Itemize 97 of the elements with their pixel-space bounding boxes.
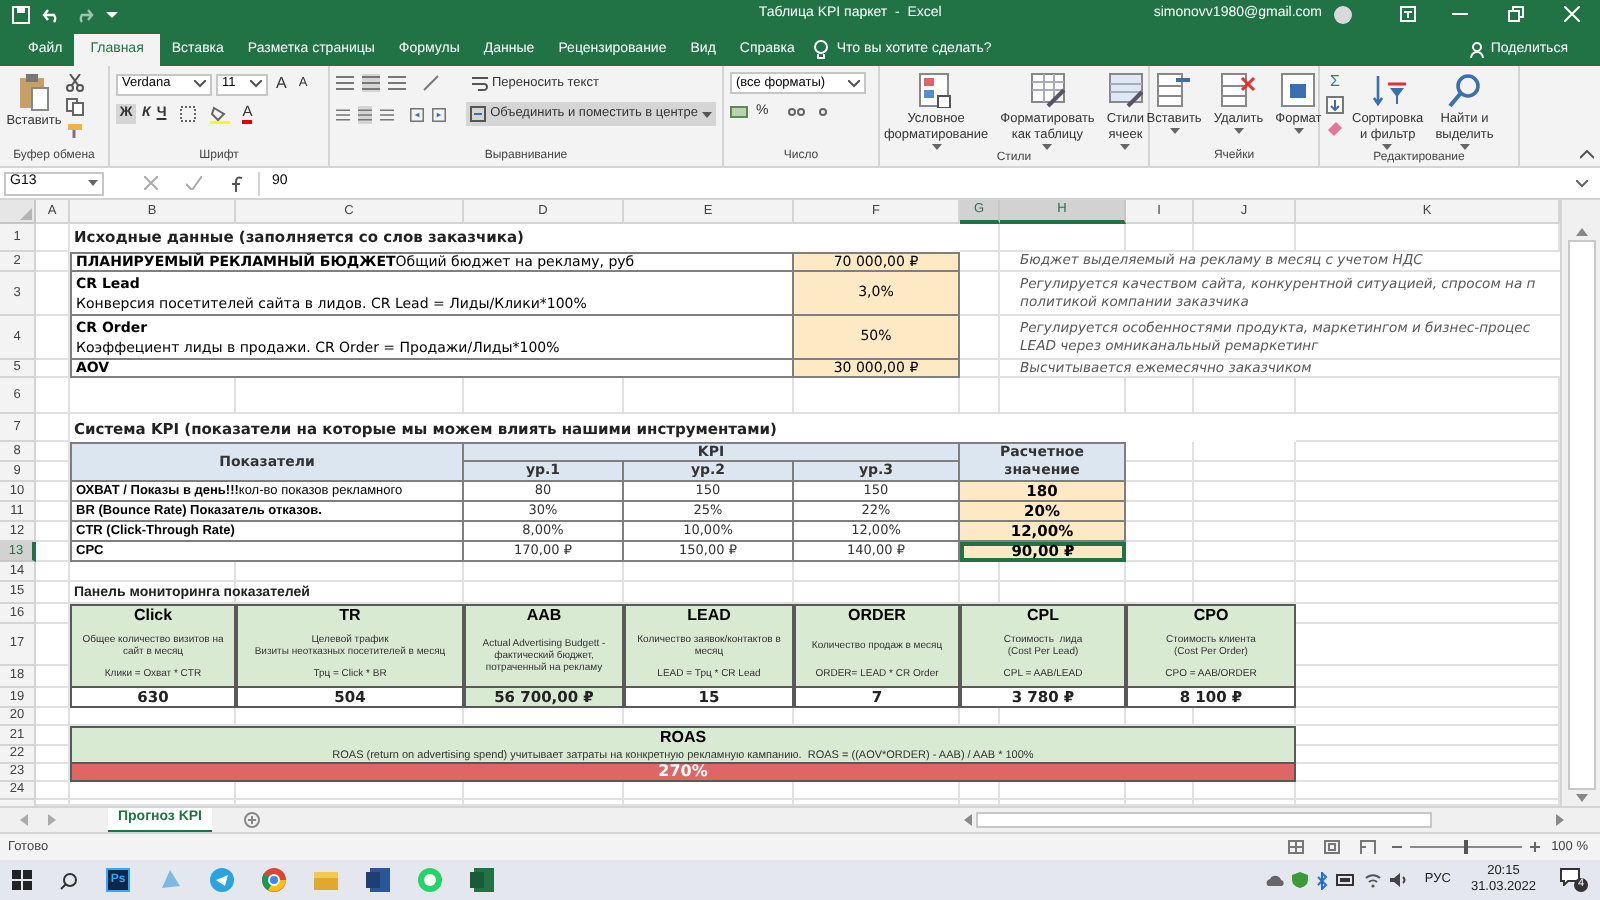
- caret-icon: [848, 79, 860, 87]
- collapse-ribbon-icon[interactable]: [1580, 150, 1594, 160]
- table-format-icon: [1029, 72, 1066, 108]
- text-orientation-icon[interactable]: [422, 74, 440, 92]
- enter-icon[interactable]: [186, 176, 202, 190]
- indent-increase-icon[interactable]: [432, 105, 447, 123]
- avatar-icon: [1334, 5, 1352, 23]
- notification-icon: [1560, 868, 1580, 886]
- scissors-icon[interactable]: [66, 74, 84, 92]
- scroll-left-icon[interactable]: [964, 814, 972, 826]
- shield-icon: [1292, 872, 1309, 888]
- cell-styles-icon: [1107, 72, 1144, 108]
- conditional-format-icon: [918, 72, 955, 108]
- align-top-icon[interactable]: [336, 74, 354, 92]
- restore-icon[interactable]: [1508, 6, 1524, 22]
- caret-icon: [1169, 128, 1180, 134]
- fill-icon[interactable]: [1326, 96, 1344, 114]
- cloud-icon: [1266, 873, 1285, 887]
- clipboard-icon: [18, 72, 50, 112]
- save-icon: [12, 5, 30, 23]
- metric-name: Click: [133, 606, 173, 626]
- speaker-icon: [1390, 872, 1409, 888]
- caret-icon: [1293, 128, 1304, 134]
- next-sheet-icon[interactable]: [48, 814, 56, 826]
- align-right-icon[interactable]: [380, 105, 395, 123]
- roas-title: ROAS: [659, 728, 707, 748]
- caret-icon: [1382, 144, 1393, 150]
- copy-icon[interactable]: [66, 98, 84, 116]
- page-break-icon[interactable]: [1359, 840, 1376, 854]
- caret-icon: [88, 180, 98, 186]
- metric-name: CPL: [1027, 606, 1059, 626]
- lightbulb-icon: [814, 40, 829, 60]
- scroll-up-icon[interactable]: [1575, 228, 1587, 236]
- metric-name: ORDER: [848, 606, 906, 626]
- caret-icon: [931, 144, 942, 150]
- zoom-thumb[interactable]: [1463, 840, 1468, 854]
- close-icon[interactable]: [1564, 6, 1580, 22]
- previous-sheet-icon[interactable]: [20, 814, 28, 826]
- undo-icon[interactable]: [42, 5, 62, 23]
- browser-icon[interactable]: [262, 868, 286, 892]
- person-icon: [1470, 42, 1485, 58]
- redo-icon[interactable]: [74, 5, 94, 23]
- horizontal-scrollbar[interactable]: [976, 812, 1432, 828]
- cancel-icon[interactable]: [144, 176, 158, 190]
- autosum-button[interactable]: Σ: [1326, 72, 1344, 92]
- format-cells-icon: [1280, 72, 1317, 108]
- caret-icon: [1233, 128, 1244, 134]
- metric-name: CPO: [1193, 606, 1229, 626]
- zoom-out-icon[interactable]: [1391, 842, 1402, 852]
- add-sheet-icon[interactable]: [244, 812, 261, 828]
- windows-logo-icon[interactable]: [12, 870, 32, 890]
- metric-name: TR: [339, 606, 361, 626]
- spreadsheet-app-icon[interactable]: [470, 868, 494, 892]
- page-layout-icon[interactable]: [1323, 840, 1340, 854]
- sort-filter-icon: [1369, 72, 1406, 108]
- search-icon: [1446, 72, 1483, 108]
- delete-cells-icon: [1220, 72, 1257, 108]
- search-icon[interactable]: [60, 871, 78, 889]
- customize-caret-icon[interactable]: [106, 8, 118, 20]
- align-middle-icon[interactable]: [362, 74, 380, 92]
- caret-icon: [702, 111, 712, 117]
- align-bottom-icon[interactable]: [388, 74, 406, 92]
- grow-font-button[interactable]: A: [272, 72, 291, 96]
- expand-icon[interactable]: [1576, 179, 1588, 187]
- align-center-icon[interactable]: [358, 105, 373, 123]
- merge-icon: [470, 106, 487, 122]
- caret-icon: [250, 80, 262, 88]
- caret-icon: [1120, 144, 1131, 150]
- caret-icon: [1459, 144, 1470, 150]
- indent-decrease-icon[interactable]: [410, 105, 425, 123]
- metric-name: AAB: [526, 606, 562, 626]
- vertical-scrollbar[interactable]: [1560, 200, 1600, 806]
- battery-icon: [1336, 874, 1357, 886]
- brush-icon[interactable]: [66, 122, 84, 140]
- normal-view-icon[interactable]: [1287, 840, 1304, 854]
- ribbon-display-icon[interactable]: [1400, 6, 1416, 22]
- bluetooth-icon: [1316, 871, 1329, 889]
- insert-cells-icon: [1156, 72, 1193, 108]
- scroll-down-icon[interactable]: [1575, 794, 1587, 802]
- eraser-icon[interactable]: [1326, 118, 1344, 136]
- wifi-icon: [1364, 872, 1383, 888]
- scroll-right-icon[interactable]: [1556, 814, 1564, 826]
- align-left-icon[interactable]: [336, 105, 351, 123]
- fill-color-icon[interactable]: [210, 105, 231, 124]
- paper-plane-icon[interactable]: [210, 868, 234, 892]
- borders-icon[interactable]: [180, 106, 197, 123]
- currency-icon[interactable]: [730, 104, 748, 121]
- document-app-icon[interactable]: [366, 868, 390, 892]
- caret-icon: [1042, 144, 1053, 150]
- caret-icon: [194, 80, 206, 88]
- metric-name: LEAD: [687, 606, 731, 626]
- function-icon[interactable]: [230, 175, 246, 191]
- roas-value: 270%: [70, 764, 1296, 782]
- decimal-increase-icon[interactable]: [788, 104, 807, 121]
- zoom-in-icon[interactable]: [1529, 842, 1540, 852]
- wrap-icon: [472, 75, 488, 91]
- decimal-decrease-icon[interactable]: [814, 104, 833, 121]
